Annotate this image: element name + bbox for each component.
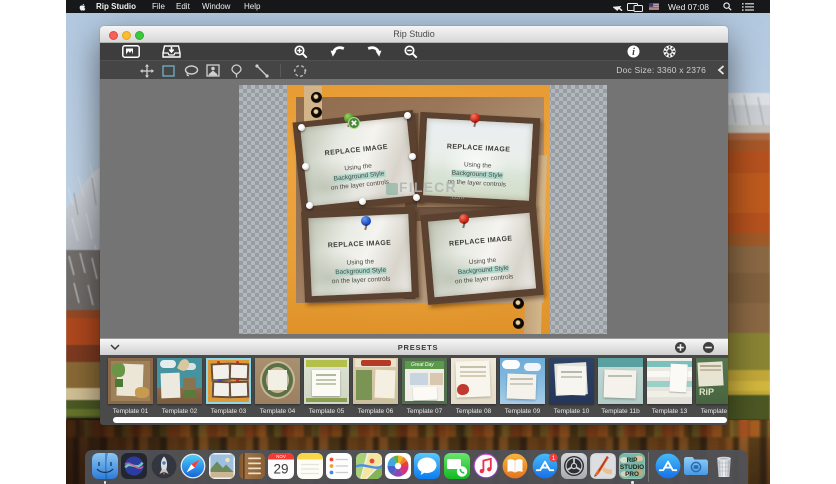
svg-text:NOV: NOV [276, 454, 286, 459]
svg-text:STUDIO: STUDIO [620, 464, 644, 471]
svg-text:RIP: RIP [627, 457, 638, 464]
svg-text:1: 1 [551, 455, 555, 462]
svg-text:PRO: PRO [625, 471, 639, 478]
svg-text:29: 29 [273, 462, 288, 477]
svg-text:i: i [632, 47, 635, 58]
